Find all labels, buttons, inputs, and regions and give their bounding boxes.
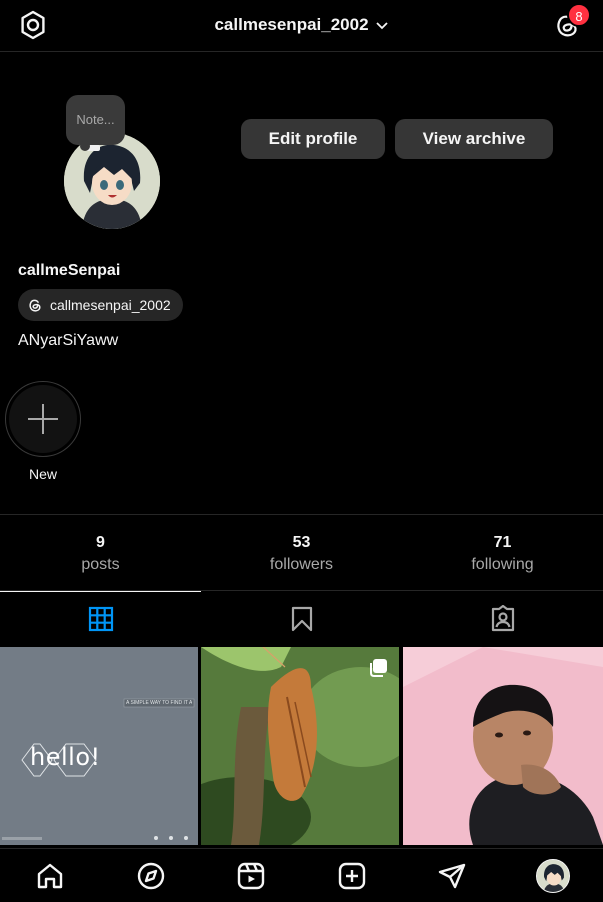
new-highlight-label: New: [28, 466, 57, 482]
notification-badge: 8: [567, 3, 591, 27]
tagged-icon: [491, 604, 514, 631]
stat-label: posts: [81, 556, 120, 573]
explore-icon: [137, 862, 164, 889]
stat-value: 53: [292, 534, 311, 551]
threads-handle-pill[interactable]: callmesenpai_2002: [18, 289, 183, 321]
threads-icon: [29, 299, 41, 312]
plus-icon: [28, 404, 58, 434]
direct-icon: [439, 863, 466, 888]
post-image-text: hello!: [30, 743, 101, 771]
home-icon: [38, 863, 63, 888]
profile-tabs: [0, 591, 603, 646]
nav-profile[interactable]: [503, 849, 603, 902]
stat-followers[interactable]: 53 followers: [201, 515, 402, 590]
grid-icon: [88, 606, 113, 631]
nav-explore[interactable]: [101, 849, 202, 902]
profile-stats: 9 posts 53 followers 71 following: [0, 514, 603, 591]
profile-avatar-small: [535, 858, 570, 893]
post-thumbnail[interactable]: [201, 647, 399, 845]
stat-value: 9: [96, 534, 105, 551]
post-thumbnail[interactable]: [403, 647, 603, 845]
create-icon: [338, 862, 365, 889]
tab-posts[interactable]: [0, 591, 201, 646]
new-highlight-button[interactable]: [5, 381, 81, 457]
stat-label: following: [471, 556, 534, 573]
edit-profile-button[interactable]: Edit profile: [241, 119, 385, 159]
stat-value: 71: [493, 534, 512, 551]
bottom-navigation: [0, 848, 603, 902]
top-bar: callmesenpai_2002 8: [0, 0, 603, 52]
stat-label: followers: [269, 556, 334, 573]
account-switcher[interactable]: callmesenpai_2002: [0, 15, 603, 36]
view-archive-button[interactable]: View archive: [395, 119, 553, 159]
multi-post-icon: [370, 659, 387, 677]
reels-icon: [238, 862, 265, 889]
profile-avatar[interactable]: [64, 133, 160, 229]
tab-saved[interactable]: [201, 591, 402, 646]
nav-direct[interactable]: [402, 849, 503, 902]
header-username: callmesenpai_2002: [214, 15, 369, 34]
bookmark-icon: [291, 606, 312, 631]
nav-reels[interactable]: [201, 849, 302, 902]
post-footer-text: A SIMPLE WAY TO FIND IT ALL: [126, 700, 192, 706]
chevron-down-icon: [375, 16, 389, 36]
nav-create[interactable]: [302, 849, 403, 902]
stat-following[interactable]: 71 following: [402, 515, 603, 590]
display-name: callmeSenpai: [18, 262, 121, 279]
tab-tagged[interactable]: [402, 591, 603, 646]
post-thumbnail[interactable]: hello! A SIMPLE WAY TO FIND IT ALL: [0, 647, 198, 845]
post-grid: hello! A SIMPLE WAY TO FIND IT ALL: [0, 647, 603, 847]
nav-home[interactable]: [0, 849, 101, 902]
threads-handle-label: callmesenpai_2002: [50, 297, 171, 313]
note-bubble[interactable]: Note...: [66, 95, 125, 151]
stat-posts[interactable]: 9 posts: [0, 515, 201, 590]
bio-text: ANyarSiYaww: [18, 332, 119, 349]
